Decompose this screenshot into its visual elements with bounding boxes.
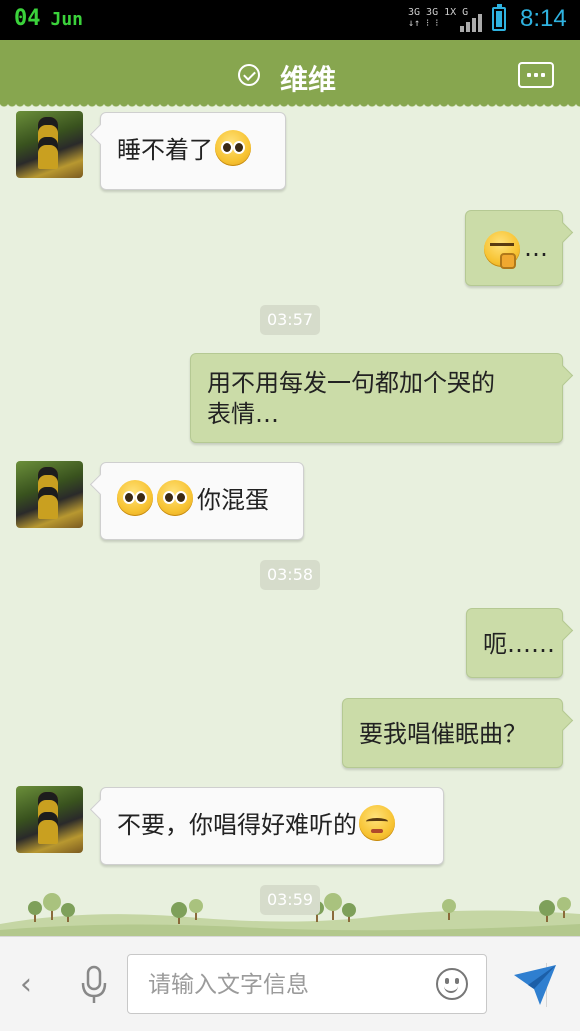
message-bubble-outgoing[interactable]: 要我唱催眠曲？ [342, 698, 563, 768]
message-text: 呃…… [483, 630, 555, 658]
timestamp: 03:58 [260, 560, 320, 590]
chevron-left-icon[interactable]: ‹ [20, 967, 32, 1002]
message-input-container [127, 954, 547, 1014]
message-text: … [524, 234, 548, 262]
message-bubble-incoming[interactable]: 睡不着了 [100, 112, 286, 190]
message-bubble-outgoing[interactable]: 呃…… [466, 608, 563, 678]
send-icon[interactable] [512, 961, 558, 1007]
more-button[interactable] [518, 62, 554, 88]
smiley-icon[interactable] [436, 968, 468, 1000]
message-input[interactable] [146, 969, 410, 1001]
signal-icon [460, 12, 482, 32]
contact-avatar[interactable] [16, 461, 83, 528]
check-circle-icon [238, 64, 260, 86]
crying-emoji-icon [215, 130, 251, 166]
status-date: 04 Jun [14, 6, 83, 31]
pouting-emoji-icon [359, 805, 395, 841]
message-bubble-incoming[interactable]: 不要，你唱得好难听的 [100, 787, 444, 865]
message-text: 睡不着了 [117, 136, 213, 164]
more-icon [527, 73, 531, 77]
message-text: 你混蛋 [197, 486, 269, 514]
message-text-line1: 用不用每发一句都加个哭的 [207, 369, 495, 397]
timestamp: 03:57 [260, 305, 320, 335]
timestamp: 03:59 [260, 885, 320, 915]
status-bar: 04 Jun 3G 3G 1X G ↓↑ ⁝ ⁝ 8:14 [0, 0, 580, 40]
message-bubble-incoming[interactable]: 你混蛋 [100, 462, 304, 540]
contact-avatar[interactable] [16, 786, 83, 853]
crying-emoji-icon [117, 480, 153, 516]
battery-icon [492, 4, 506, 31]
crying-emoji-icon [157, 480, 193, 516]
message-text: 要我唱催眠曲？ [359, 720, 527, 748]
message-bubble-outgoing[interactable]: 用不用每发一句都加个哭的 表情… [190, 353, 563, 443]
status-day: 04 [14, 6, 41, 31]
chat-header: 维维 [0, 40, 580, 110]
thinking-emoji-icon [484, 231, 520, 269]
message-text: 不要，你唱得好难听的 [117, 811, 357, 839]
microphone-icon[interactable] [80, 965, 108, 1005]
message-text-line2: 表情… [207, 400, 279, 428]
status-month: Jun [50, 9, 84, 30]
message-bubble-outgoing[interactable]: … [465, 210, 563, 286]
contact-name: 维维 [280, 63, 337, 96]
contact-avatar[interactable] [16, 111, 83, 178]
message-input-bar: ‹ [0, 936, 580, 1031]
status-time: 8:14 [520, 5, 567, 32]
